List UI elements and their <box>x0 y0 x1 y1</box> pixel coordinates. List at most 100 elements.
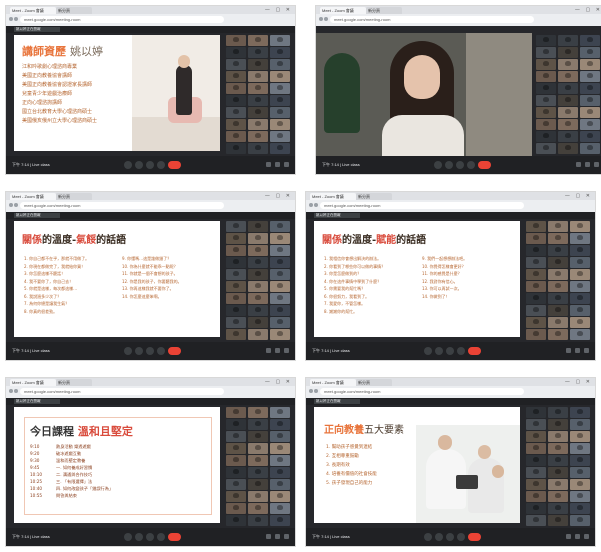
participant-tile[interactable] <box>226 71 247 82</box>
participant-tile[interactable] <box>547 443 569 454</box>
back-icon[interactable] <box>9 17 13 21</box>
browser-tab[interactable]: Meet - Zoom 會議 <box>10 379 56 386</box>
chat-icon[interactable] <box>284 534 289 539</box>
participant-tile[interactable] <box>247 329 269 340</box>
info-icon[interactable] <box>266 534 271 539</box>
participant-tile[interactable] <box>569 431 590 442</box>
participant-tile[interactable] <box>569 407 590 418</box>
browser-tab-2[interactable]: 新分頁 <box>56 193 92 200</box>
participant-tile[interactable] <box>547 491 569 502</box>
participant-tile[interactable] <box>526 317 547 328</box>
back-icon[interactable] <box>319 17 323 21</box>
participant-tile[interactable] <box>569 245 590 256</box>
participant-tile[interactable] <box>226 467 247 478</box>
captions-icon[interactable] <box>456 161 464 169</box>
participant-tile[interactable] <box>269 119 290 130</box>
window-controls[interactable]: — ▢ ✕ <box>265 379 292 385</box>
participant-tile[interactable] <box>526 455 547 466</box>
participant-tile[interactable] <box>247 35 269 46</box>
participant-tile[interactable] <box>579 143 600 154</box>
back-icon[interactable] <box>9 203 13 207</box>
participant-tile[interactable] <box>526 233 547 244</box>
captions-icon[interactable] <box>146 533 154 541</box>
participant-tile[interactable] <box>247 59 269 70</box>
participant-tile[interactable] <box>569 257 590 268</box>
captions-icon[interactable] <box>446 533 454 541</box>
reload-icon[interactable] <box>14 389 18 393</box>
participant-tile[interactable] <box>226 293 247 304</box>
present-icon[interactable] <box>157 347 165 355</box>
mic-icon[interactable] <box>434 161 442 169</box>
participant-tile[interactable] <box>579 95 600 106</box>
participant-tile[interactable] <box>547 257 569 268</box>
mic-icon[interactable] <box>424 347 432 355</box>
info-icon[interactable] <box>266 162 271 167</box>
participant-tile[interactable] <box>269 269 290 280</box>
participant-tile[interactable] <box>269 467 290 478</box>
participant-tile[interactable] <box>247 131 269 142</box>
participant-tile[interactable] <box>226 317 247 328</box>
chat-icon[interactable] <box>584 534 589 539</box>
browser-tab-2[interactable]: 新分頁 <box>56 379 92 386</box>
participant-tile[interactable] <box>547 407 569 418</box>
participant-tile[interactable] <box>226 143 247 154</box>
people-icon[interactable] <box>275 534 280 539</box>
participant-tile[interactable] <box>269 59 290 70</box>
participant-tile[interactable] <box>547 329 569 340</box>
participant-tile[interactable] <box>226 269 247 280</box>
address-bar[interactable]: meet.google.com/meeting-room <box>330 16 534 23</box>
address-bar[interactable]: meet.google.com/meeting-room <box>320 202 524 209</box>
participant-tile[interactable] <box>269 515 290 526</box>
participant-tile[interactable] <box>526 419 547 430</box>
participant-tile[interactable] <box>269 443 290 454</box>
participant-tile[interactable] <box>226 107 247 118</box>
address-bar[interactable]: meet.google.com/meeting-room <box>20 16 224 23</box>
participant-tile[interactable] <box>226 329 247 340</box>
participant-tile[interactable] <box>557 95 579 106</box>
mic-icon[interactable] <box>124 533 132 541</box>
participant-tile[interactable] <box>247 407 269 418</box>
participant-tile[interactable] <box>247 233 269 244</box>
participant-tile[interactable] <box>247 317 269 328</box>
address-bar[interactable]: meet.google.com/meeting-room <box>20 388 224 395</box>
participant-tile[interactable] <box>269 305 290 316</box>
participant-tile[interactable] <box>269 491 290 502</box>
participant-tile[interactable] <box>247 221 269 232</box>
reload-icon[interactable] <box>314 389 318 393</box>
participant-tile[interactable] <box>557 35 579 46</box>
participant-tile[interactable] <box>269 107 290 118</box>
participant-tile[interactable] <box>579 47 600 58</box>
participant-tile[interactable] <box>269 35 290 46</box>
participant-tile[interactable] <box>569 443 590 454</box>
participant-tile[interactable] <box>526 467 547 478</box>
participant-tile[interactable] <box>579 71 600 82</box>
present-icon[interactable] <box>467 161 475 169</box>
chat-icon[interactable] <box>584 348 589 353</box>
participant-tile[interactable] <box>247 47 269 58</box>
participant-tile[interactable] <box>247 293 269 304</box>
participant-tile[interactable] <box>226 479 247 490</box>
participant-tile[interactable] <box>269 257 290 268</box>
browser-tab[interactable]: Meet - Zoom 會議 <box>10 7 56 14</box>
participant-tile[interactable] <box>557 119 579 130</box>
captions-icon[interactable] <box>146 161 154 169</box>
camera-icon[interactable] <box>435 347 443 355</box>
participant-tile[interactable] <box>247 257 269 268</box>
participant-tile[interactable] <box>226 503 247 514</box>
participant-tile[interactable] <box>526 293 547 304</box>
participant-tile[interactable] <box>226 419 247 430</box>
participant-tile[interactable] <box>226 443 247 454</box>
participant-tile[interactable] <box>579 119 600 130</box>
participant-tile[interactable] <box>569 515 590 526</box>
participant-tile[interactable] <box>547 293 569 304</box>
back-icon[interactable] <box>9 389 13 393</box>
camera-icon[interactable] <box>135 347 143 355</box>
participant-tile[interactable] <box>526 503 547 514</box>
participant-tile[interactable] <box>247 245 269 256</box>
participant-tile[interactable] <box>526 269 547 280</box>
participant-tile[interactable] <box>269 317 290 328</box>
address-bar[interactable]: meet.google.com/meeting-room <box>320 388 524 395</box>
present-icon[interactable] <box>157 161 165 169</box>
participant-tile[interactable] <box>536 131 557 142</box>
browser-tab-2[interactable]: 新分頁 <box>366 7 402 14</box>
